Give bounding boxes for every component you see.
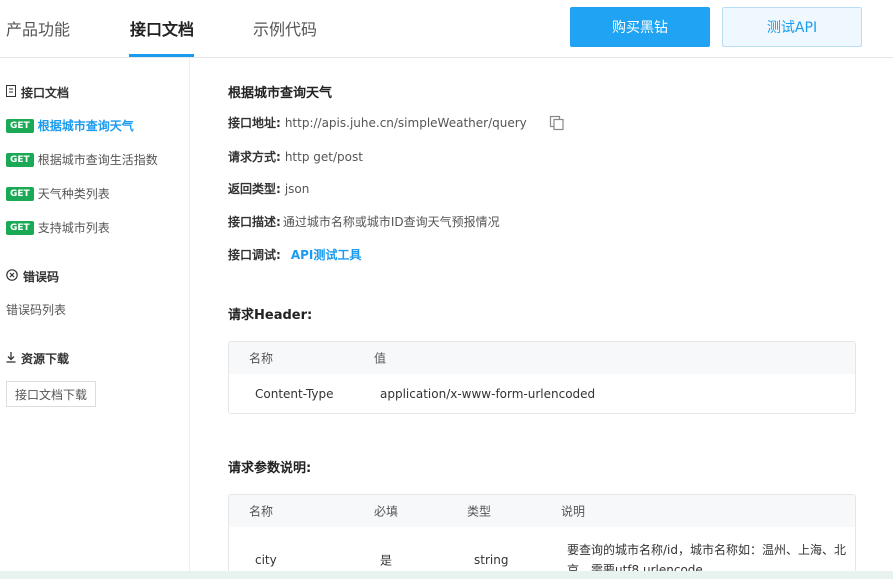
sidebar-heading-label: 错误码 xyxy=(23,270,60,284)
param-type-cell: string xyxy=(474,553,509,567)
table-header: 名称 必填 类型 说明 xyxy=(229,495,855,527)
sidebar-item-label: 根据城市查询天气 xyxy=(37,119,134,133)
error-code-list-link[interactable]: 错误码列表 xyxy=(6,301,66,318)
field-label: 请求方式: xyxy=(228,150,281,164)
column-header: 名称 xyxy=(249,351,274,366)
return-type-value: json xyxy=(284,181,310,196)
sidebar-item-weather-types[interactable]: GET 天气种类列表 xyxy=(6,185,110,202)
sidebar-item-label: 天气种类列表 xyxy=(37,187,110,201)
copy-icon[interactable] xyxy=(549,115,565,131)
get-method-badge: GET xyxy=(6,152,34,167)
api-debug-row: 接口调试: API测试工具 xyxy=(228,246,361,263)
sidebar-item-label: 支持城市列表 xyxy=(37,221,110,235)
sidebar-heading-errors: 错误码 xyxy=(6,268,59,285)
get-method-badge: GET xyxy=(6,118,34,133)
column-header: 类型 xyxy=(467,504,492,519)
field-label: 返回类型: xyxy=(228,182,281,196)
field-label: 接口调试: xyxy=(228,248,281,262)
sidebar-item-query-weather[interactable]: GET 根据城市查询天气 xyxy=(6,117,134,134)
param-required-cell: 是 xyxy=(380,553,393,568)
description-line: 要查询的城市名称/id，城市名称如：温州、上海、北 xyxy=(567,543,846,557)
api-address-row: 接口地址: http://apis.juhe.cn/simpleWeather/… xyxy=(228,114,565,131)
tab-product-features[interactable]: 产品功能 xyxy=(6,16,70,40)
sidebar-item-city-list[interactable]: GET 支持城市列表 xyxy=(6,219,110,236)
request-params-table: 名称 必填 类型 说明 city 是 string 要查询的城市名称/id，城市… xyxy=(228,494,856,579)
request-header-title: 请求Header: xyxy=(228,308,313,323)
download-docs-button[interactable]: 接口文档下载 xyxy=(6,381,96,407)
document-icon xyxy=(6,85,16,100)
sidebar-heading-label: 接口文档 xyxy=(21,86,70,100)
field-label: 接口地址: xyxy=(228,116,281,130)
request-header-table: 名称 值 Content-Type application/x-www-form… xyxy=(228,341,856,414)
column-header: 必填 xyxy=(374,504,399,519)
header-value-cell: application/x-www-form-urlencoded xyxy=(380,387,596,401)
table-header: 名称 值 xyxy=(229,342,855,374)
return-type-row: 返回类型: json xyxy=(228,180,309,197)
column-header: 值 xyxy=(374,351,387,366)
api-address-value: http://apis.juhe.cn/simpleWeather/query xyxy=(284,115,527,130)
sidebar-heading-docs: 接口文档 xyxy=(6,84,69,101)
download-icon xyxy=(6,351,16,366)
test-api-button[interactable]: 测试API xyxy=(722,7,862,47)
column-header: 说明 xyxy=(561,504,586,519)
top-nav: 产品功能 接口文档 示例代码 购买黑钻 测试API xyxy=(0,0,893,58)
header-name-cell: Content-Type xyxy=(255,387,334,401)
api-test-tool-link[interactable]: API测试工具 xyxy=(291,246,362,263)
bottom-strip xyxy=(0,571,893,579)
field-label: 接口描述: xyxy=(228,215,281,229)
tab-sample-code[interactable]: 示例代码 xyxy=(253,16,317,40)
buy-black-diamond-button[interactable]: 购买黑钻 xyxy=(570,7,710,47)
sidebar: 接口文档 GET 根据城市查询天气 GET 根据城市查询生活指数 GET 天气种… xyxy=(0,58,190,579)
get-method-badge: GET xyxy=(6,186,34,201)
api-description-value: 通过城市名称或城市ID查询天气预报情况 xyxy=(282,215,500,229)
table-row: Content-Type application/x-www-form-urle… xyxy=(229,374,855,413)
api-description-row: 接口描述: 通过城市名称或城市ID查询天气预报情况 xyxy=(228,213,500,230)
active-tab-indicator xyxy=(129,54,194,57)
sidebar-heading-label: 资源下载 xyxy=(21,352,70,366)
sidebar-item-label: 根据城市查询生活指数 xyxy=(37,153,158,167)
request-method-value: http get/post xyxy=(284,149,363,164)
request-method-row: 请求方式: http get/post xyxy=(228,148,363,165)
close-circle-icon xyxy=(6,269,18,284)
get-method-badge: GET xyxy=(6,220,34,235)
sidebar-item-life-index[interactable]: GET 根据城市查询生活指数 xyxy=(6,151,158,168)
param-name-cell: city xyxy=(255,553,277,567)
tab-api-docs[interactable]: 接口文档 xyxy=(130,16,194,40)
column-header: 名称 xyxy=(249,504,274,519)
sidebar-heading-downloads: 资源下载 xyxy=(6,350,69,367)
page-title: 根据城市查询天气 xyxy=(228,86,333,101)
request-params-title: 请求参数说明: xyxy=(228,461,312,476)
